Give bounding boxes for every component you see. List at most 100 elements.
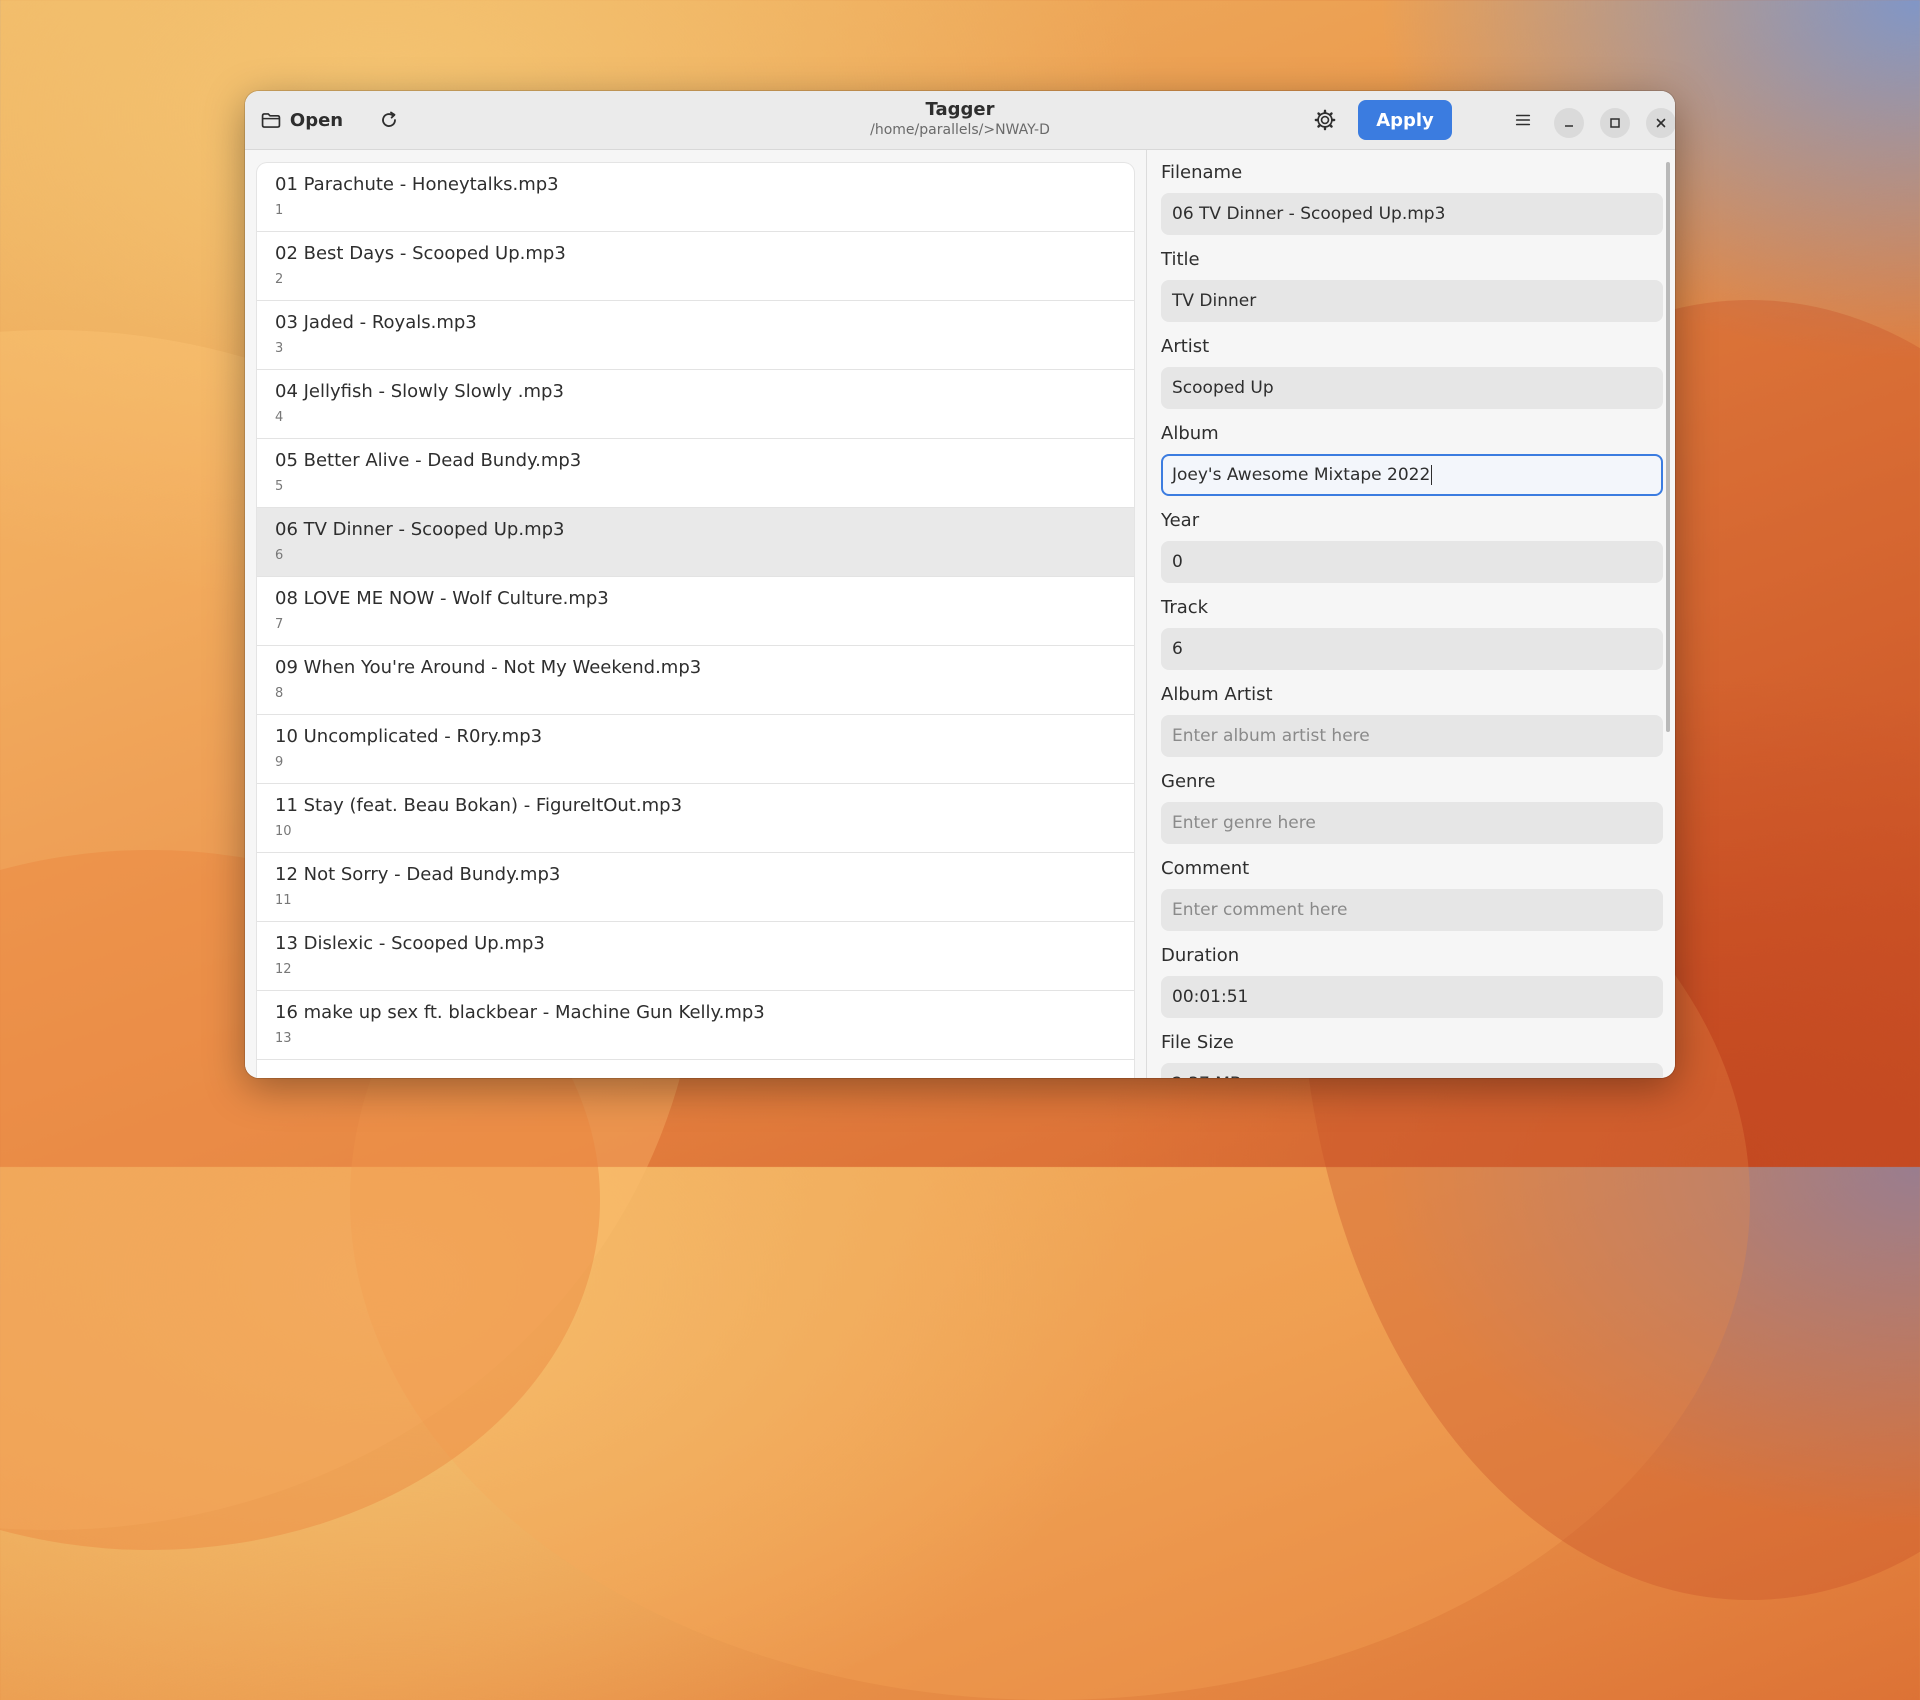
file-size-label: File Size xyxy=(1161,1032,1234,1053)
file-index: 10 xyxy=(275,824,292,839)
file-name: 16 make up sex ft. blackbear - Machine G… xyxy=(275,1002,765,1023)
track-input[interactable]: 6 xyxy=(1161,628,1663,670)
minimize-icon xyxy=(1565,125,1573,127)
album-input[interactable]: Joey's Awesome Mixtape 2022 xyxy=(1161,454,1663,496)
file-index: 6 xyxy=(275,548,284,563)
track-label: Track xyxy=(1161,597,1209,618)
file-name: 09 When You're Around - Not My Weekend.m… xyxy=(275,657,702,678)
genre-label: Genre xyxy=(1161,771,1216,792)
artist-field-group: Artist Scooped Up xyxy=(1161,335,1663,409)
tag-editor-pane: Filename 06 TV Dinner - Scooped Up.mp3 T… xyxy=(1147,150,1675,1078)
filename-input[interactable]: 06 TV Dinner - Scooped Up.mp3 xyxy=(1161,193,1663,235)
file-name: 12 Not Sorry - Dead Bundy.mp3 xyxy=(275,864,561,885)
file-index: 4 xyxy=(275,410,284,425)
file-list-pane: 01 Parachute - Honeytalks.mp3 1 02 Best Da… xyxy=(245,150,1146,1078)
header-bar: Open Tagger /home/parallels/>NWAY-D Appl… xyxy=(245,91,1675,150)
track-field-group: Track 6 xyxy=(1161,596,1663,670)
file-index: 13 xyxy=(275,1031,292,1046)
genre-input[interactable]: Enter genre here xyxy=(1161,802,1663,844)
file-list-item[interactable]: 12 Not Sorry - Dead Bundy.mp3 11 xyxy=(257,853,1134,922)
file-name: 04 Jellyfish - Slowly Slowly .mp3 xyxy=(275,381,564,402)
file-name: 02 Best Days - Scooped Up.mp3 xyxy=(275,243,566,264)
file-name: 06 TV Dinner - Scooped Up.mp3 xyxy=(275,519,565,540)
album-input-value: Joey's Awesome Mixtape 2022 xyxy=(1172,465,1431,485)
gear-icon xyxy=(1314,109,1336,131)
text-caret xyxy=(1431,465,1433,485)
file-list-item[interactable]: 11 Stay (feat. Beau Bokan) - FigureItOut… xyxy=(257,784,1134,853)
apply-button[interactable]: Apply xyxy=(1358,100,1452,140)
main-menu-button[interactable] xyxy=(1503,100,1543,140)
file-name: 05 Better Alive - Dead Bundy.mp3 xyxy=(275,450,582,471)
album-label: Album xyxy=(1161,423,1219,444)
year-field-group: Year 0 xyxy=(1161,509,1663,583)
title-field-group: Title TV Dinner xyxy=(1161,248,1663,322)
folder-icon xyxy=(261,112,281,128)
filename-field-group: Filename 06 TV Dinner - Scooped Up.mp3 xyxy=(1161,161,1663,235)
file-name: 13 Dislexic - Scooped Up.mp3 xyxy=(275,933,545,954)
open-button-label: Open xyxy=(289,109,344,131)
file-index: 5 xyxy=(275,479,284,494)
close-icon xyxy=(1656,118,1666,128)
file-list-item[interactable]: 16 make up sex ft. blackbear - Machine G… xyxy=(257,991,1134,1060)
file-index: 1 xyxy=(275,203,284,218)
comment-input[interactable]: Enter comment here xyxy=(1161,889,1663,931)
minimize-button[interactable] xyxy=(1554,108,1584,138)
maximize-icon xyxy=(1610,118,1620,128)
year-input[interactable]: 0 xyxy=(1161,541,1663,583)
duration-field-group: Duration 00:01:51 xyxy=(1161,944,1663,1018)
file-list-item[interactable]: 09 When You're Around - Not My Weekend.m… xyxy=(257,646,1134,715)
album-field-group: Album Joey's Awesome Mixtape 2022 xyxy=(1161,422,1663,496)
year-label: Year xyxy=(1161,510,1200,531)
file-size-value: 2.37 MB xyxy=(1161,1063,1663,1078)
file-name: 10 Uncomplicated - R0ry.mp3 xyxy=(275,726,543,747)
album-artist-input[interactable]: Enter album artist here xyxy=(1161,715,1663,757)
open-button[interactable]: Open xyxy=(259,100,345,140)
file-index: 7 xyxy=(275,617,284,632)
file-list: 01 Parachute - Honeytalks.mp3 1 02 Best Da… xyxy=(257,163,1134,1078)
file-index: 2 xyxy=(275,272,284,287)
file-list-item[interactable]: 03 Jaded - Royals.mp3 3 xyxy=(257,301,1134,370)
filename-label: Filename xyxy=(1161,162,1243,183)
file-size-field-group: File Size 2.37 MB xyxy=(1161,1031,1663,1078)
duration-value: 00:01:51 xyxy=(1161,976,1663,1018)
window-subtitle: /home/parallels/>NWAY-D xyxy=(870,122,1050,138)
file-list-item[interactable]: 08 LOVE ME NOW - Wolf Culture.mp3 7 xyxy=(257,577,1134,646)
form-scrollbar[interactable] xyxy=(1666,162,1670,732)
file-list-item[interactable] xyxy=(257,1060,1134,1078)
hamburger-menu-icon xyxy=(1515,114,1531,126)
tagger-window: Open Tagger /home/parallels/>NWAY-D Appl… xyxy=(245,91,1675,1078)
file-list-item[interactable]: 04 Jellyfish - Slowly Slowly .mp3 4 xyxy=(257,370,1134,439)
file-index: 3 xyxy=(275,341,284,356)
file-index: 8 xyxy=(275,686,284,701)
artist-label: Artist xyxy=(1161,336,1210,357)
title-input[interactable]: TV Dinner xyxy=(1161,280,1663,322)
artist-input[interactable]: Scooped Up xyxy=(1161,367,1663,409)
close-button[interactable] xyxy=(1646,108,1675,138)
file-name: 11 Stay (feat. Beau Bokan) - FigureItOut… xyxy=(275,795,683,816)
file-name: 08 LOVE ME NOW - Wolf Culture.mp3 xyxy=(275,588,609,609)
file-list-item[interactable]: 05 Better Alive - Dead Bundy.mp3 5 xyxy=(257,439,1134,508)
window-title: Tagger xyxy=(925,99,995,120)
window-title-block: Tagger /home/parallels/>NWAY-D xyxy=(645,99,1275,139)
file-index: 11 xyxy=(275,893,292,908)
refresh-icon xyxy=(382,111,396,127)
file-list-item[interactable]: 01 Parachute - Honeytalks.mp3 1 xyxy=(257,163,1134,232)
file-name: 01 Parachute - Honeytalks.mp3 xyxy=(275,174,559,195)
file-index: 9 xyxy=(275,755,284,770)
album-artist-label: Album Artist xyxy=(1161,684,1273,705)
album-artist-field-group: Album Artist Enter album artist here xyxy=(1161,683,1663,757)
comment-label: Comment xyxy=(1161,858,1250,879)
file-list-item[interactable]: 13 Dislexic - Scooped Up.mp3 12 xyxy=(257,922,1134,991)
file-index: 12 xyxy=(275,962,292,977)
duration-label: Duration xyxy=(1161,945,1240,966)
maximize-button[interactable] xyxy=(1600,108,1630,138)
refresh-button[interactable] xyxy=(369,100,409,140)
file-name: 03 Jaded - Royals.mp3 xyxy=(275,312,477,333)
file-list-item[interactable]: 02 Best Days - Scooped Up.mp3 2 xyxy=(257,232,1134,301)
genre-field-group: Genre Enter genre here xyxy=(1161,770,1663,844)
file-list-item[interactable]: 10 Uncomplicated - R0ry.mp3 9 xyxy=(257,715,1134,784)
file-list-item[interactable]: 06 TV Dinner - Scooped Up.mp3 6 xyxy=(257,508,1134,577)
title-label: Title xyxy=(1161,249,1200,270)
settings-button[interactable] xyxy=(1305,100,1345,140)
comment-field-group: Comment Enter comment here xyxy=(1161,857,1663,931)
